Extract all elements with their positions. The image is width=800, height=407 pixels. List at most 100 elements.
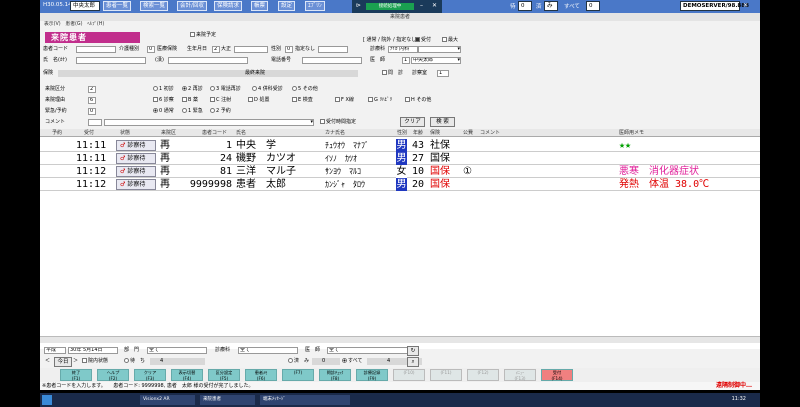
bottom-doctor-select[interactable]: 全て <box>327 347 412 354</box>
shinryo-select[interactable]: 全て <box>238 347 298 354</box>
col-reserve[interactable]: 予約 <box>52 129 62 137</box>
col-accept[interactable]: 受付 <box>84 129 94 137</box>
reason-opt-f[interactable]: F X線 <box>335 97 354 104</box>
minimize-icon[interactable]: – <box>420 2 423 9</box>
fkey-11[interactable]: (F11) <box>430 369 462 381</box>
menu-accounting[interactable]: 会計/回収 <box>177 1 207 11</box>
visit-type-input[interactable]: 2 <box>88 86 96 93</box>
visit-opt-1[interactable]: 1 初診 <box>153 86 174 93</box>
table-row[interactable]: 11:12 ♂ 診察待 再 81 三洋 マル子 ｻﾝﾖｳ ﾏﾙｺ 女 10 国保 … <box>40 165 760 178</box>
col-age[interactable]: 年齢 <box>413 129 423 137</box>
status-button[interactable]: ♂ 診察待 <box>116 140 156 151</box>
status-button[interactable]: ♂ 診察待 <box>116 153 156 164</box>
horizontal-scrollbar[interactable] <box>40 336 760 343</box>
reason-input[interactable]: 6 <box>88 97 96 104</box>
col-memo[interactable]: 医師用メモ <box>619 129 644 137</box>
taskbar-item[interactable]: Visionx2 AR <box>140 395 195 405</box>
era-select[interactable]: 平成 <box>44 347 66 354</box>
col-public[interactable]: 公費 <box>463 129 473 137</box>
reason-opt-c[interactable]: C 注射 <box>210 97 231 104</box>
visit-opt-2[interactable]: 2 再診 <box>182 86 203 93</box>
urgent-opt-0[interactable]: 0 通常 <box>153 108 174 115</box>
col-code[interactable]: 患者コード <box>202 129 227 137</box>
fkey-9[interactable]: 診療記録 (F9) <box>356 369 388 381</box>
menu-patient-list[interactable]: 患者一覧 <box>103 1 132 11</box>
table-row[interactable]: 11:12 ♂ 診察待 再 9999998 患者 太郎 ｶﾝｼﾞｬ ﾀﾛｳ 男 2… <box>40 178 760 191</box>
prev-day-icon[interactable]: ＜ <box>45 358 50 365</box>
name-kana-input[interactable] <box>76 57 146 64</box>
doctor-dropdown[interactable]: 中央太郎 ▾ <box>411 57 461 64</box>
urgent-opt-2[interactable]: 2 予約 <box>210 108 231 115</box>
visit-opt-4[interactable]: 4 併科受診 <box>252 86 283 93</box>
col-kana[interactable]: カナ氏名 <box>325 129 345 137</box>
menu-search-list[interactable]: 検索一覧 <box>140 1 169 11</box>
search-icon[interactable]: ⌕ <box>407 357 419 367</box>
department-select[interactable]: 中央太郎 <box>70 1 100 11</box>
max-checkbox[interactable]: 最大 <box>442 37 458 44</box>
question-checkbox[interactable]: 問 診 <box>382 70 403 77</box>
refresh-icon[interactable]: ↻ <box>407 346 419 356</box>
taskbar-item[interactable]: 端末ﾒｯｾｰｼﾞ <box>260 395 350 405</box>
era-input[interactable]: 2 <box>212 46 220 53</box>
fkey-10[interactable]: (F10) <box>393 369 425 381</box>
fkey-2[interactable]: ヘルプ (F2) <box>97 369 129 381</box>
reason-opt-6[interactable]: 6 診察 <box>153 97 174 104</box>
taskbar-item[interactable]: 来院患者 <box>200 395 255 405</box>
done-filter[interactable]: 済 み <box>288 358 309 365</box>
pin-icon[interactable]: ⊳ <box>356 2 361 9</box>
col-insurance[interactable]: 保険 <box>430 129 440 137</box>
visit-opt-5[interactable]: 5 その他 <box>292 86 318 93</box>
doctor-code-input[interactable]: 1 <box>402 57 410 64</box>
status-button[interactable]: ♂ 診察待 <box>116 166 156 177</box>
search-button[interactable]: 検 索 <box>430 117 455 127</box>
department-input[interactable]: ﾅｲｶ 内科 <box>388 46 418 53</box>
reason-opt-d[interactable]: D 処置 <box>248 97 269 104</box>
status-button[interactable]: ♂ 診察待 <box>116 179 156 190</box>
reason-opt-b[interactable]: B 薬 <box>182 97 198 104</box>
reason-opt-e[interactable]: E 検査 <box>292 97 313 104</box>
fkey-7[interactable]: (F7) <box>282 369 314 381</box>
patient-code-input[interactable] <box>76 46 116 53</box>
urgent-input[interactable]: 0 <box>88 108 96 115</box>
fkey-5[interactable]: 区分設定 (F5) <box>208 369 240 381</box>
comment-dropdown[interactable]: ▾ <box>104 119 314 126</box>
fkey-1[interactable]: 終了 (F1) <box>60 369 92 381</box>
reservation-checkbox[interactable]: 来院予定 <box>190 32 216 39</box>
menu-settings[interactable]: 設定 <box>278 1 296 11</box>
fkey-6[interactable]: 患者ﾒﾓ (F6) <box>245 369 277 381</box>
gender-extra-input[interactable] <box>318 46 348 53</box>
today-button[interactable]: 今日 <box>54 357 72 367</box>
start-icon[interactable] <box>42 395 52 405</box>
urgent-opt-1[interactable]: 1 緊急 <box>182 108 203 115</box>
gender-input[interactable]: 0 <box>285 46 293 53</box>
wait-filter[interactable]: 待 ち <box>124 358 145 365</box>
col-visit[interactable]: 来院区 <box>161 129 176 137</box>
fkey-8[interactable]: 問診ﾁｪｯｸ (F8) <box>319 369 351 381</box>
department-dropdown[interactable]: ▾ <box>418 46 461 53</box>
window-menu[interactable]: 表示(V) 患者(G) ﾍﾙﾌﾟ(H) <box>40 21 760 29</box>
consult-room-input[interactable]: 1 <box>437 70 449 77</box>
col-status[interactable]: 状態 <box>120 129 130 137</box>
col-comment[interactable]: コメント <box>480 129 500 137</box>
reason-opt-g[interactable]: G ﾘﾊﾋﾞﾘ <box>368 97 392 104</box>
menu-billing[interactable]: 保険請求 <box>214 1 243 11</box>
close-icon[interactable]: ✕ <box>743 2 748 9</box>
fkey-3[interactable]: クリア (F3) <box>134 369 166 381</box>
visit-opt-3[interactable]: 3 電話再診 <box>210 86 241 93</box>
comment-code-input[interactable] <box>88 119 102 126</box>
dept-select[interactable]: 全て <box>147 347 207 354</box>
date-input[interactable]: 30年 5月14日 <box>68 347 118 354</box>
fkey-12[interactable]: (F12) <box>467 369 499 381</box>
fkey-4[interactable]: 表示切替 (F4) <box>171 369 203 381</box>
phone-input[interactable] <box>302 57 362 64</box>
birthdate-input[interactable] <box>234 46 268 53</box>
table-row[interactable]: 11:11 ♂ 診察待 再 24 磯野 カツオ ｲｿﾉ ｶﾂｵ 男 27 国保 <box>40 152 760 165</box>
col-name[interactable]: 氏名 <box>236 129 246 137</box>
time-spec-checkbox[interactable]: 受付時間指定 <box>320 119 356 126</box>
menu-forms[interactable]: 帳票 <box>251 1 269 11</box>
fkey-13[interactable]: ﾒﾆｭｰ (F13) <box>504 369 536 381</box>
table-row[interactable]: 11:11 ♂ 診察待 再 1 中央 学 ﾁｭｳｵｳ ﾏﾅﾌﾞ 男 43 社保 ★… <box>40 139 760 152</box>
name-kanji-input[interactable] <box>168 57 248 64</box>
clear-button[interactable]: クリア <box>400 117 425 127</box>
all-filter[interactable]: すべて <box>342 358 362 365</box>
